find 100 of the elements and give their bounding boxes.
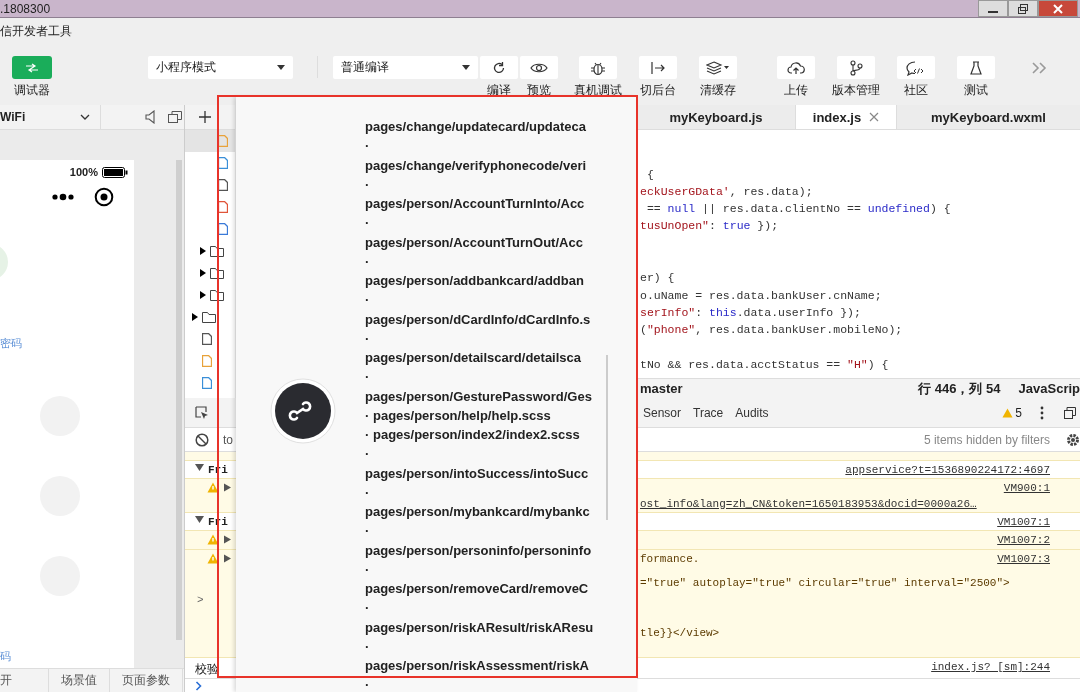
warning-icon	[207, 482, 219, 493]
file-path[interactable]: pages/person/GesturePassword/Ges	[365, 386, 592, 406]
source-link[interactable]: appservice?t=1536890224172:4697	[845, 464, 1050, 476]
restore-button[interactable]	[1008, 0, 1038, 17]
restore-icon	[1017, 3, 1029, 14]
dock-icon[interactable]	[1064, 406, 1076, 419]
devtools-tab[interactable]: Sensor	[637, 405, 688, 420]
collapsed-arrow-icon[interactable]	[223, 554, 231, 563]
record-icon[interactable]	[94, 187, 114, 207]
url-link[interactable]: ost_info&lang=zh_CN&token=1650183953&docid=0000a26…	[640, 498, 977, 510]
close-icon[interactable]	[869, 112, 880, 122]
bullet-mark: ·	[365, 137, 371, 156]
collapsed-arrow-icon[interactable]	[223, 535, 231, 544]
file-path[interactable]: pages/person/AccountTurnInto/Acc	[365, 194, 585, 214]
scrollbar[interactable]	[176, 160, 182, 640]
network-select[interactable]: WiFi	[0, 110, 26, 124]
refresh-button[interactable]	[480, 56, 518, 79]
file-path[interactable]: pages/person/AccountTurnOut/Acc	[365, 232, 583, 252]
file-path[interactable]: pages/person/help/help.scss	[373, 405, 551, 425]
speaker-icon[interactable]	[145, 110, 158, 124]
battery-icon	[102, 166, 128, 178]
flask-icon	[969, 60, 983, 75]
file-path[interactable]: pages/person/riskAssessment/riskA	[365, 656, 589, 676]
file-path[interactable]: pages/change/verifyphonecode/veri	[365, 155, 587, 175]
source-link[interactable]: VM1007:1	[997, 516, 1050, 528]
toggle-icon	[25, 62, 39, 73]
password-link[interactable]: 密码	[0, 336, 22, 351]
code-frame-line: tle}}</view>	[640, 627, 721, 639]
source-link[interactable]: index.js? [sm]:244	[931, 661, 1050, 673]
toolbar-label: 预览	[527, 83, 551, 98]
file-icon	[202, 355, 212, 367]
code-line: == null || res.data.clientNo == undefined) {	[645, 201, 952, 218]
filter-field[interactable]: to	[223, 432, 233, 447]
expanded-arrow-icon[interactable]	[195, 464, 204, 472]
minimize-button[interactable]	[978, 0, 1008, 17]
collapsed-arrow-icon[interactable]	[191, 312, 199, 322]
scrollbar[interactable]	[606, 355, 608, 520]
mini-program-logo-icon	[270, 378, 336, 444]
cloud-upload-icon	[787, 60, 805, 75]
mode-select[interactable]: 小程序模式	[148, 56, 293, 79]
password-link[interactable]: 码	[0, 649, 11, 664]
folder-icon	[210, 289, 224, 301]
source-link[interactable]: VM1007:2	[997, 534, 1050, 546]
toolbar-button[interactable]	[957, 56, 995, 79]
simulator-tab[interactable]: 页面参数	[110, 669, 183, 692]
file-path[interactable]: pages/person/riskAResult/riskAResu	[365, 617, 594, 637]
bullet-mark: ·	[365, 214, 371, 233]
file-path[interactable]: pages/person/detailscard/detailsca	[365, 348, 582, 368]
hidden-items-note: 5 items hidden by filters	[923, 432, 1050, 447]
file-path[interactable]: pages/change/updatecard/updateca	[365, 117, 587, 137]
editor-tab[interactable]: index.js	[796, 105, 897, 129]
settings-icon[interactable]	[1066, 432, 1080, 447]
source-link[interactable]: VM1007:3	[997, 553, 1050, 565]
exit-arrow-icon	[650, 60, 666, 75]
source-link[interactable]: VM900:1	[1003, 482, 1050, 494]
plus-icon[interactable]	[199, 111, 211, 123]
file-path[interactable]: pages/person/personinfo/personinfo	[365, 540, 592, 560]
file-icon	[202, 333, 212, 345]
collapsed-arrow-icon[interactable]	[199, 290, 207, 300]
file-icon	[218, 179, 228, 191]
file-icon	[218, 157, 228, 169]
code-line: ("phone", res.data.bankUser.mobileNo);	[640, 322, 904, 339]
file-path[interactable]: pages/person/removeCard/removeC	[365, 579, 589, 599]
compile-select[interactable]: 普通编译	[333, 56, 478, 79]
collapsed-arrow-icon[interactable]	[199, 246, 207, 256]
preview-button[interactable]	[520, 56, 558, 79]
file-path[interactable]: pages/person/mybankcard/mybankc	[365, 502, 590, 522]
block-icon[interactable]	[195, 432, 209, 447]
toolbar-button[interactable]	[699, 56, 737, 79]
devtools-tab[interactable]: Audits	[729, 405, 775, 420]
file-path[interactable]: pages/person/dCardInfo/dCardInfo.s	[365, 309, 591, 329]
editor-tab[interactable]: myKeyboard.wxml	[897, 105, 1080, 129]
collapsed-arrow-icon[interactable]	[199, 268, 207, 278]
bullet-mark: ·	[365, 560, 371, 579]
kebab-menu-icon[interactable]	[1040, 405, 1044, 420]
inspect-icon[interactable]	[195, 405, 209, 420]
close-button[interactable]	[1038, 0, 1078, 17]
toolbar-button[interactable]	[579, 56, 617, 79]
file-path[interactable]: pages/person/intoSuccess/intoSucc	[365, 463, 589, 483]
chevron-down-icon[interactable]	[80, 114, 91, 120]
bullet-mark: ·	[365, 426, 371, 444]
simulator-tab[interactable]: 场景值	[49, 669, 110, 692]
language-mode[interactable]: JavaScrip	[1018, 381, 1080, 396]
devtools-tab[interactable]: Trace	[687, 405, 730, 420]
expanded-arrow-icon[interactable]	[195, 516, 204, 524]
code-line: tNo && res.data.acctStatus == "H") {	[640, 356, 890, 373]
file-path[interactable]: pages/person/addbankcard/addban	[365, 271, 584, 291]
collapsed-arrow-icon[interactable]	[223, 483, 231, 492]
toolbar-button[interactable]	[897, 56, 935, 79]
toolbar-button[interactable]	[837, 56, 875, 79]
simulator-tab[interactable]: 开	[0, 669, 49, 692]
bullet-mark: ·	[365, 252, 371, 271]
prompt-chevron-icon[interactable]	[195, 680, 203, 691]
toolbar-label: 上传	[784, 83, 808, 98]
toolbar-label: 测试	[964, 83, 988, 98]
warning-count[interactable]: 5	[982, 405, 1022, 420]
window-icon[interactable]	[167, 110, 184, 124]
toolbar-button[interactable]	[777, 56, 815, 79]
more-dots-icon[interactable]	[52, 193, 74, 201]
file-path[interactable]: pages/person/index2/index2.scss	[373, 425, 580, 445]
